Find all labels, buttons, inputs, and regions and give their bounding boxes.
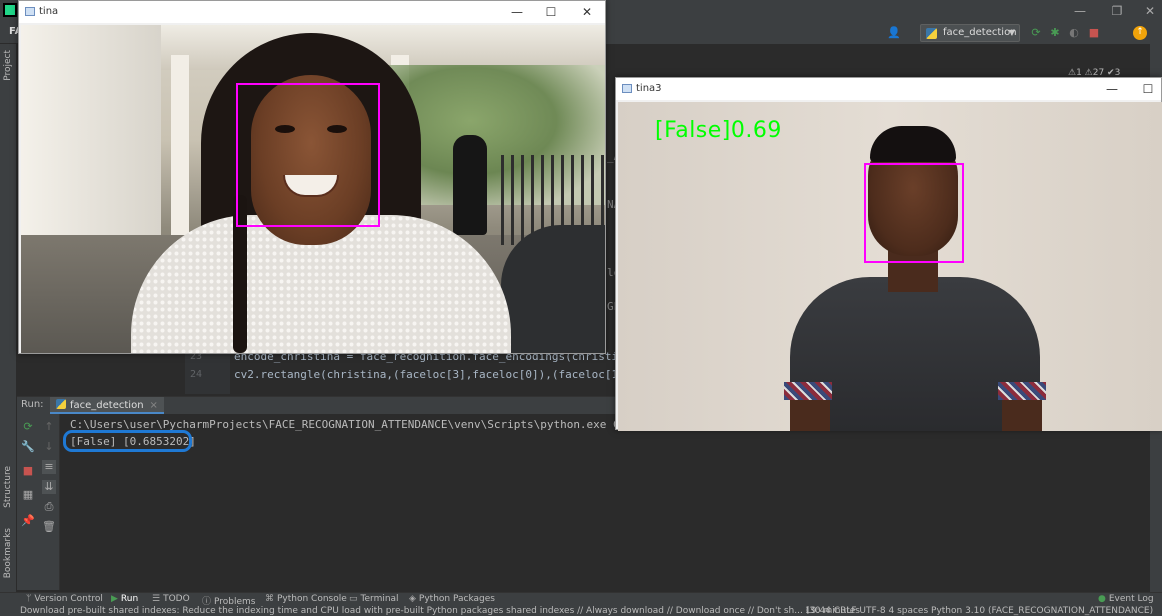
event-log-icon: ● [1098,594,1106,604]
maximize-icon[interactable]: ☐ [533,1,569,23]
event-log-button[interactable]: ● Event Log [1098,594,1154,604]
tool-tab-label: Run [120,594,139,604]
status-widgets[interactable]: 19:44 CRLF UTF-8 4 spaces Python 3.10 (F… [805,606,1153,616]
account-icon[interactable]: 👤 [887,27,901,39]
code-line[interactable]: cv2.rectangle(christina,(faceloc[3],face… [234,368,645,381]
pin-icon[interactable]: 📌 [21,514,35,528]
pycharm-logo-icon [3,3,17,17]
tool-tab-python-console[interactable]: ⌘ Python Console [265,594,347,604]
window-icon [25,7,35,16]
chevron-down-icon: ▼ [1008,28,1015,37]
tool-tab-python-packages[interactable]: ◈ Python Packages [409,594,495,604]
vcs-icon: ᛘ [26,594,32,604]
left-tool-stripe: Project Structure Bookmarks [0,44,17,592]
tool-tab-label: TODO [163,594,190,604]
rerun-icon[interactable]: ⟳ [1030,27,1042,39]
close-icon[interactable]: × [150,400,158,411]
run-tab-label: face_detection [70,400,144,411]
layout-icon[interactable]: ▦ [21,488,35,502]
run-configuration-label: face_detection [943,27,1017,38]
debug-icon[interactable]: ✱ [1049,27,1061,39]
tool-tab-version-control[interactable]: ᛘ Version Control [26,594,103,604]
event-log-label: Event Log [1108,594,1154,604]
run-icon: ▶ [111,594,118,604]
photo-tina3: [False]0.69 [618,102,1162,431]
minimize-icon[interactable]: — [1094,78,1130,100]
run-tab-face-detection[interactable]: face_detection × [50,397,164,414]
minimize-icon[interactable]: — [499,1,535,23]
window-title: tina3 [636,83,662,94]
structure-panel-tab[interactable]: Structure [3,466,13,508]
wrench-icon[interactable]: 🔧 [21,440,35,454]
soft-wrap-icon[interactable]: ≡ [42,460,56,474]
annotation-highlight-ring [63,430,192,452]
photo-tina [21,25,605,353]
packages-icon: ◈ [409,594,416,604]
terminal-icon: ▭ [349,594,358,604]
run-console[interactable]: C:\Users\user\PycharmProjects\FACE_RECOG… [61,414,1150,590]
run-toolbar-secondary: ↑ ↓ ≡ ⇊ ⎙ 🗑 [39,414,60,590]
project-panel-tab[interactable]: Project [3,50,13,81]
stop-icon[interactable]: ■ [21,464,35,478]
scroll-to-end-icon[interactable]: ⇊ [42,480,56,494]
tool-tab-label: Terminal [360,594,399,604]
ide-minimize-icon[interactable]: — [1060,4,1100,18]
updates-icon[interactable]: ↑ [1133,26,1147,40]
run-toolbar-primary: ⟳ 🔧 ■ ▦ 📌 [17,414,39,590]
todo-icon: ☰ [152,594,161,604]
stop-icon[interactable]: ■ [1088,27,1100,39]
window-titlebar[interactable]: tina3 — ☐ [616,78,1161,100]
run-configuration-select[interactable]: face_detection ▼ [920,24,1020,42]
face-bounding-box [236,83,380,227]
tool-tab-terminal[interactable]: ▭ Terminal [349,594,399,604]
run-panel-label: Run: [21,399,44,410]
ide-close-icon[interactable]: ✕ [1130,4,1162,18]
maximize-icon[interactable]: ☐ [1130,78,1162,100]
image-window-tina[interactable]: tina — ☐ ✕ [18,0,606,354]
python-icon [926,28,937,39]
window-titlebar[interactable]: tina — ☐ ✕ [19,1,605,23]
python-console-icon: ⌘ [265,594,274,604]
print-icon[interactable]: ⎙ [42,500,56,514]
status-message[interactable]: Download pre-built shared indexes: Reduc… [20,606,860,616]
python-icon [56,399,66,409]
face-bounding-box [864,163,964,263]
tool-tab-label: Python Console [277,594,347,604]
match-result-label: [False]0.69 [655,118,782,143]
line-number: 24 [190,369,203,380]
image-window-tina3[interactable]: tina3 — ☐ [False]0.69 [615,77,1162,431]
arrow-up-icon[interactable]: ↑ [42,420,56,434]
arrow-down-icon[interactable]: ↓ [42,440,56,454]
rerun-icon[interactable]: ⟳ [21,420,35,434]
trash-icon[interactable]: 🗑 [42,520,56,534]
bookmarks-panel-tab[interactable]: Bookmarks [3,528,13,578]
window-title: tina [39,6,59,17]
tool-tab-label: Python Packages [418,594,495,604]
window-icon [622,84,632,93]
coverage-icon[interactable]: ◐ [1068,27,1080,39]
tool-tab-run[interactable]: ▶ Run [111,594,138,604]
tool-tab-todo[interactable]: ☰ TODO [152,594,190,604]
tool-tab-label: Version Control [34,594,103,604]
close-icon[interactable]: ✕ [569,1,605,23]
